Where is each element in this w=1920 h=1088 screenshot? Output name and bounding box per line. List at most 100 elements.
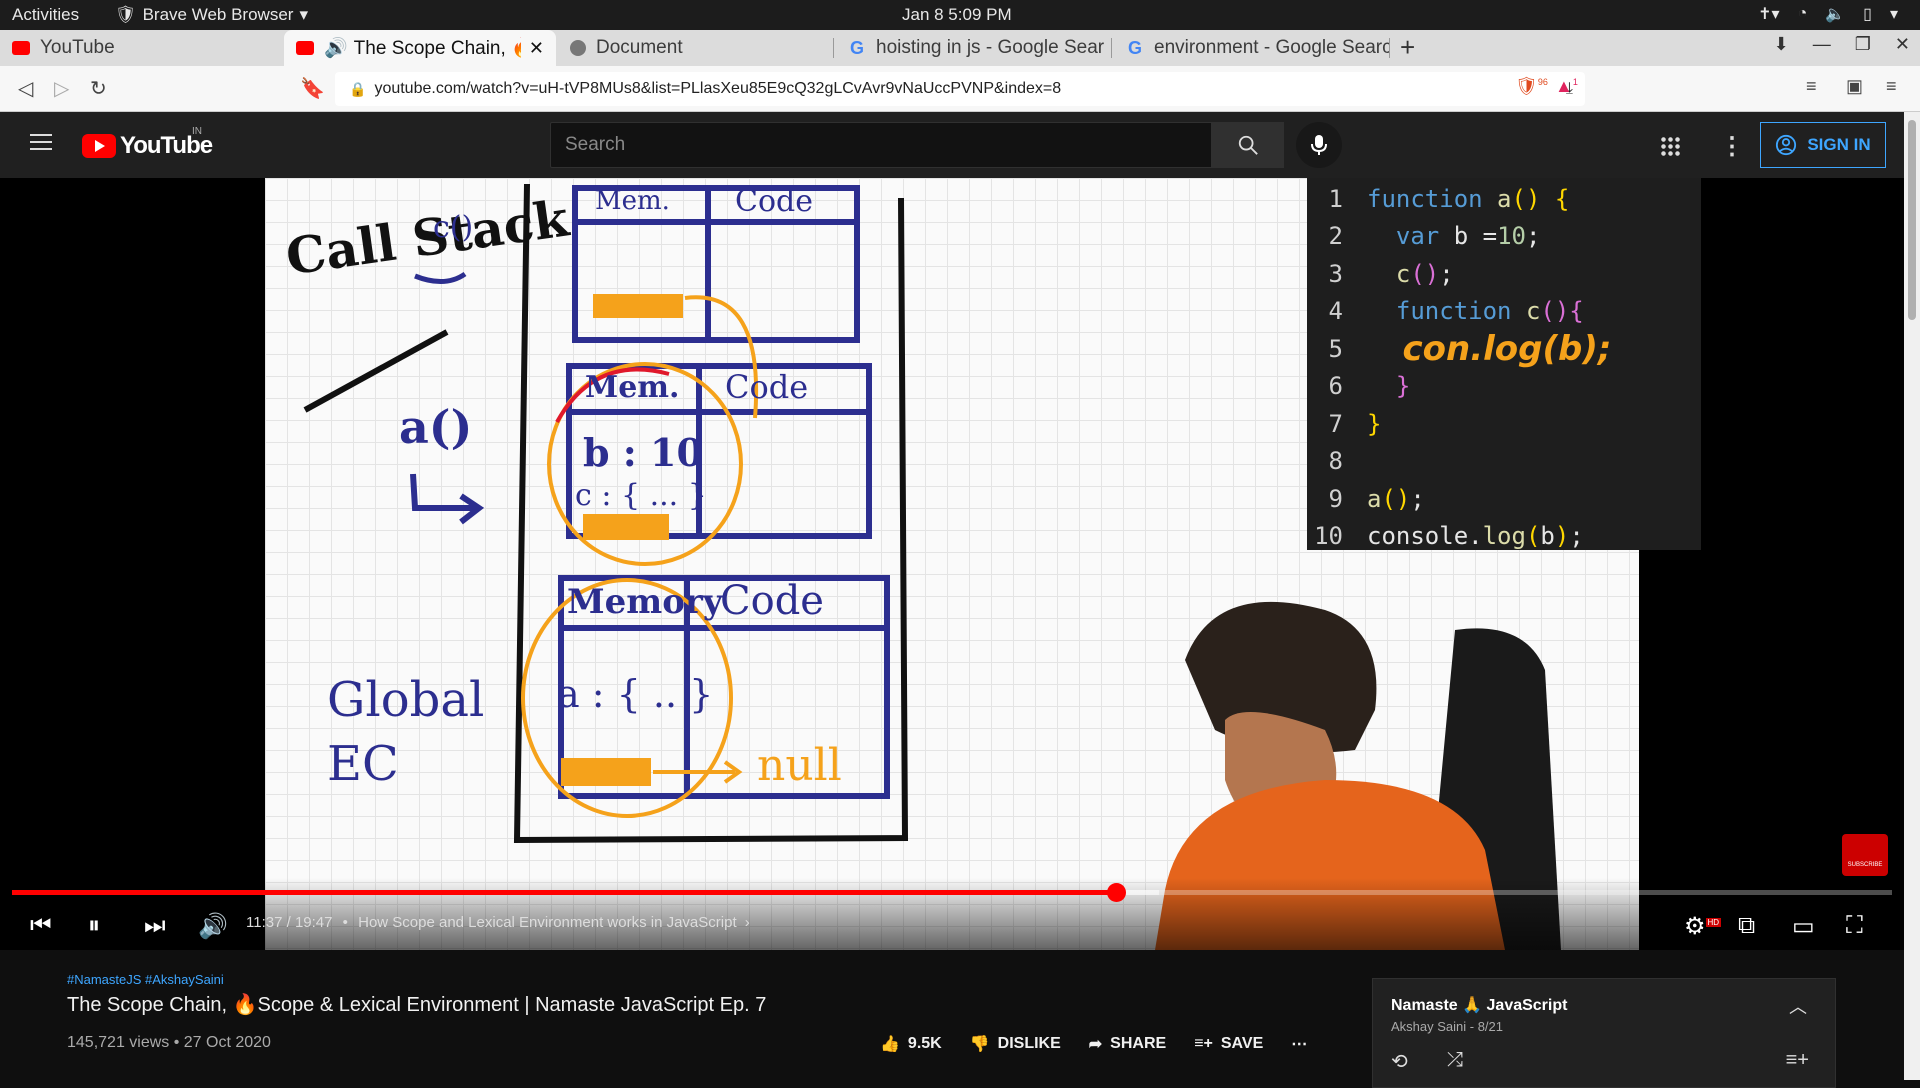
reload-icon[interactable]: ↻ [90, 76, 107, 101]
like-button[interactable]: 👍 9.5K [880, 1034, 942, 1054]
c-memory-header: Mem. [595, 186, 670, 216]
close-window-icon[interactable]: ✕ [1895, 34, 1910, 55]
youtube-favicon-icon [12, 41, 30, 55]
a-arrow [410, 473, 475, 511]
youtube-logo[interactable]: YouTube IN [82, 126, 213, 160]
new-tab-plus-icon[interactable]: + [1400, 32, 1415, 63]
progress-bar[interactable] [12, 883, 1892, 902]
app-menu-label: Brave Web Browser [142, 5, 294, 24]
clock[interactable]: Jan 8 5:09 PM [902, 5, 1012, 25]
minimize-icon[interactable]: — [1813, 34, 1831, 55]
video-player[interactable]: Call Stack c() a() Global EC Mem. Code M… [0, 178, 1904, 950]
code-line: 7} [1307, 405, 1701, 443]
pause-icon[interactable]: ⏸ [88, 912, 100, 940]
playlist-menu-icon[interactable]: ≡+ [1786, 1049, 1809, 1072]
forward-icon[interactable]: ▷ [54, 76, 69, 101]
brave-shields-icon[interactable]: 🛡96 [1515, 76, 1548, 97]
line-number: 3 [1328, 259, 1343, 288]
save-button[interactable]: ≡+ SAVE [1194, 1035, 1263, 1053]
country-code: IN [192, 126, 202, 137]
global-code-header: Code [720, 578, 824, 624]
settings-icon[interactable]: ⚙ HD [1684, 912, 1722, 941]
menu-icon[interactable]: ≡ [1886, 76, 1897, 97]
subscribe-watermark[interactable]: SUBSCRIBE [1842, 834, 1888, 876]
voice-search-button[interactable] [1296, 122, 1342, 168]
code-editor-panel: 1 function a() { 2 var b =10; 3 c(); 4 fu… [1307, 178, 1701, 550]
tab-separator [833, 38, 834, 58]
miniplayer-icon[interactable]: ⧉ [1738, 912, 1755, 940]
next-icon[interactable]: ⏭ [144, 912, 166, 940]
c-arrow [414, 271, 467, 284]
tab-label: hoisting in js - Google Sear [876, 37, 1105, 58]
lock-icon[interactable]: 🔒 [349, 81, 366, 98]
chapter-title[interactable]: How Scope and Lexical Environment works … [358, 914, 737, 931]
code-line: 2 var b =10; [1307, 218, 1701, 256]
bookmark-icon[interactable]: 🔖 [300, 76, 325, 101]
playlist-add-icon: ≡+ [1194, 1035, 1213, 1052]
page-scrollbar[interactable] [1904, 112, 1920, 1080]
fullscreen-icon[interactable]: ⛶ [1846, 912, 1863, 940]
theater-mode-icon[interactable]: ▭ [1792, 912, 1815, 941]
playlist-title[interactable]: Namaste 🙏 JavaScript [1391, 995, 1567, 1015]
youtube-favicon-icon [296, 41, 314, 55]
volume-icon[interactable]: 🔊 [198, 912, 228, 941]
a-memory-header: Mem. [585, 370, 680, 405]
chevron-right-icon[interactable]: › [745, 914, 750, 931]
tab-environment-search[interactable]: G environment - Google Searc [1114, 30, 1390, 66]
tab-document[interactable]: Document [558, 30, 834, 66]
line-number: 8 [1328, 447, 1343, 476]
tab-scope-chain[interactable]: 🔊 The Scope Chain, 🔥Sc ✕ [284, 30, 556, 66]
code-line: 5 con.log(b); [1307, 329, 1701, 369]
line-number: 5 [1328, 334, 1343, 363]
previous-icon[interactable]: ⏮ [30, 912, 52, 940]
rewards-badge: 1 [1572, 77, 1578, 87]
back-icon[interactable]: ◁ [18, 76, 33, 101]
apps-grid-icon[interactable] [1660, 136, 1680, 156]
app-menu[interactable]: 🛡 Brave Web Browser ▾ [115, 5, 308, 25]
activities-button[interactable]: Activities [12, 5, 79, 25]
playlist-panel[interactable]: Namaste 🙏 JavaScript Akshay Saini - 8/21… [1372, 978, 1836, 1088]
os-top-bar: Activities 🛡 Brave Web Browser ▾ Jan 8 5… [0, 0, 1920, 30]
audio-playing-icon[interactable]: 🔊 [324, 36, 348, 60]
code-line: 3 c(); [1307, 255, 1701, 293]
call-stack-underline [303, 329, 449, 413]
account-icon [1776, 134, 1797, 156]
search-input[interactable]: Search [550, 122, 1212, 168]
tab-hoisting-search[interactable]: G hoisting in js - Google Sear [836, 30, 1112, 66]
sign-in-button[interactable]: SIGN IN [1760, 122, 1886, 168]
close-tab-icon[interactable]: ✕ [529, 38, 544, 59]
dislike-button[interactable]: 👎 DISLIKE [970, 1034, 1061, 1054]
shuffle-icon[interactable]: ⤮ [1447, 1049, 1463, 1072]
more-actions-button[interactable]: ⋯ [1291, 1034, 1307, 1054]
guide-menu-icon[interactable] [30, 134, 52, 150]
chevron-up-icon[interactable]: ︿ [1789, 993, 1807, 1019]
tab-label: Document [596, 37, 683, 58]
maximize-icon[interactable]: ❐ [1855, 34, 1871, 55]
video-hashtags[interactable]: #NamasteJS #AkshaySaini [67, 972, 224, 987]
a-lexical-env-marker [583, 514, 669, 540]
tab-youtube[interactable]: YouTube [0, 30, 282, 66]
chevron-down-icon: ▾ [299, 5, 308, 24]
dislike-label: DISLIKE [997, 1035, 1061, 1052]
system-tray[interactable]: ✝▾ ◔ 🔈 ▯ ▾ [1758, 4, 1898, 24]
loop-icon[interactable]: ⟲ [1391, 1049, 1408, 1074]
tab-label: environment - Google Searc [1154, 37, 1390, 58]
address-bar[interactable]: 🔒 youtube.com/watch?v=uH-tVP8MUs8&list=P… [335, 72, 1585, 106]
accessibility-icon[interactable]: ✝▾ [1758, 4, 1779, 24]
share-label: SHARE [1110, 1035, 1167, 1052]
duration: 19:47 [294, 914, 333, 931]
search-button[interactable] [1212, 122, 1284, 168]
line-number: 2 [1328, 222, 1343, 251]
share-button[interactable]: ➦ SHARE [1089, 1034, 1166, 1054]
scrubber-handle[interactable] [1106, 883, 1126, 902]
tab-search-icon[interactable]: ⬇ [1774, 34, 1789, 55]
youtube-play-icon [82, 134, 116, 158]
global-lexical-env-marker [561, 758, 651, 786]
brave-rewards-icon[interactable]: ▲1 [1555, 76, 1578, 97]
wallet-icon[interactable]: ▣ [1846, 76, 1863, 97]
more-options-icon[interactable]: ⋮ [1720, 132, 1744, 161]
scrollbar-thumb[interactable] [1908, 120, 1916, 320]
shield-count: 96 [1537, 77, 1548, 87]
chevron-down-icon: ▾ [1889, 6, 1898, 23]
playlist-icon[interactable]: ≡ [1806, 76, 1817, 97]
